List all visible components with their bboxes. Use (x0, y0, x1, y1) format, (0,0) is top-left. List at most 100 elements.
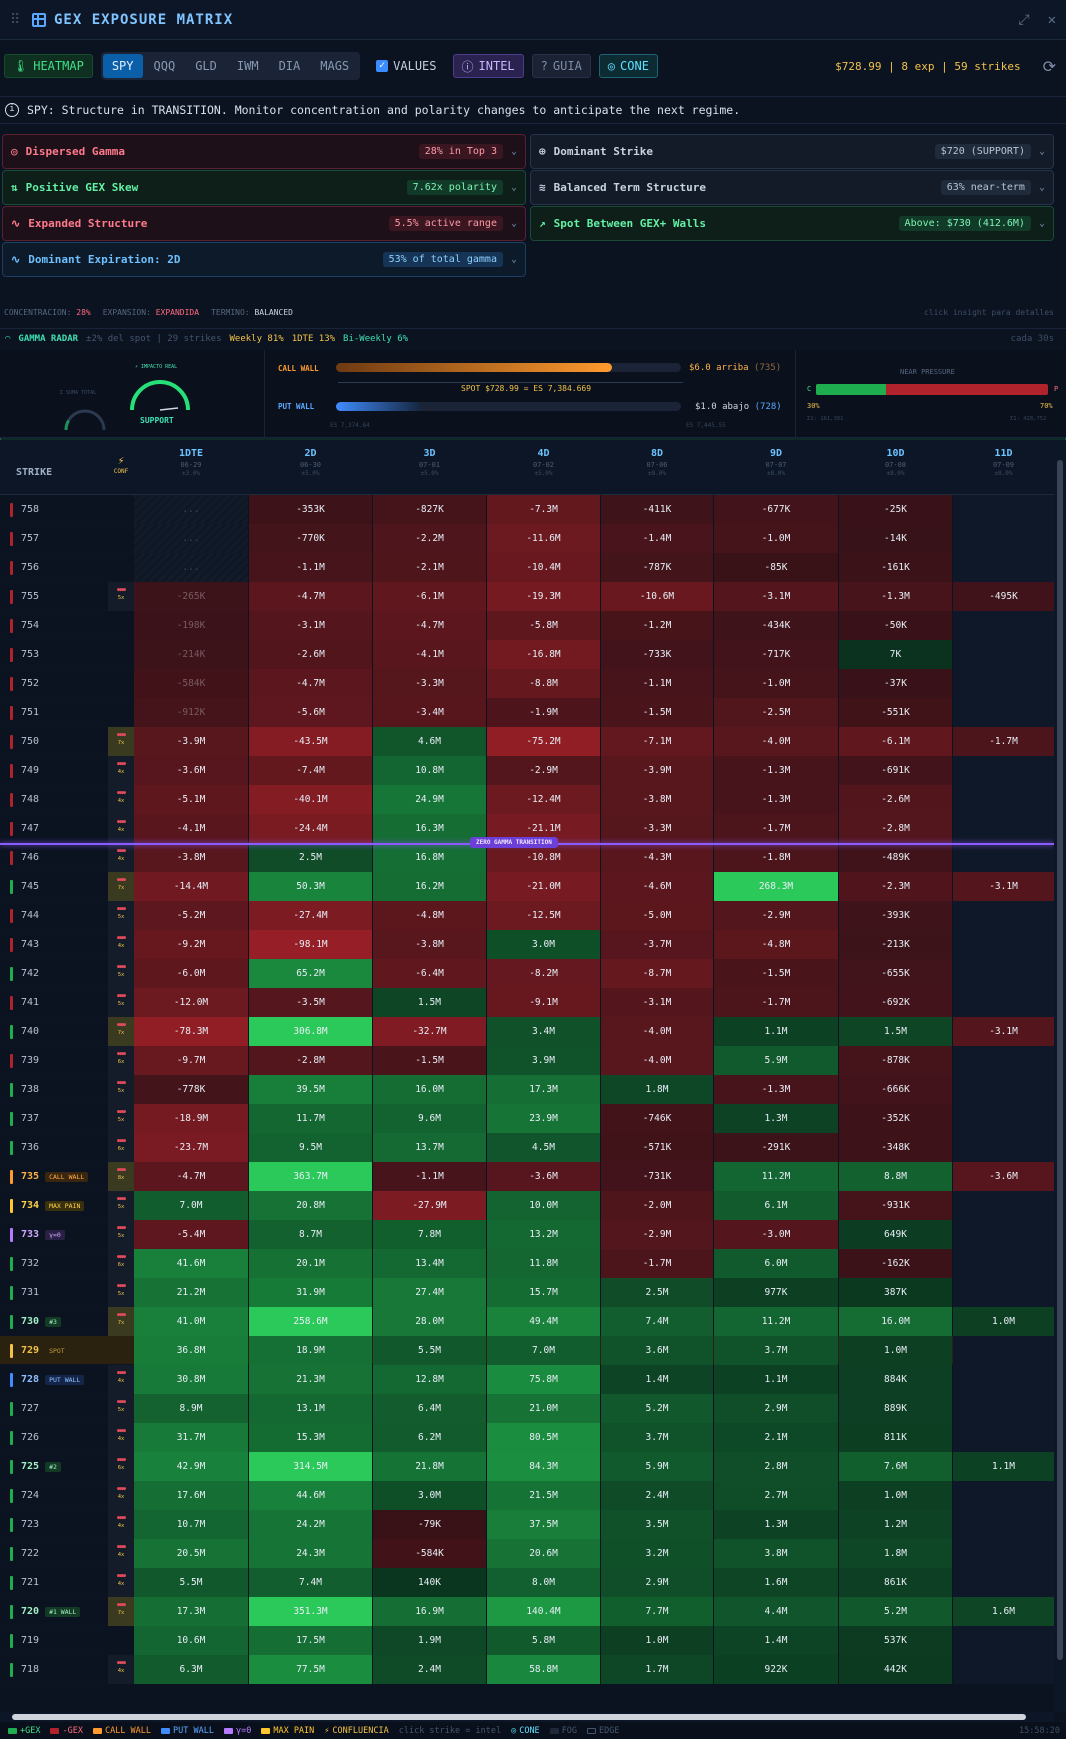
strike-cell[interactable]: 738 (0, 1075, 108, 1104)
gex-cell[interactable]: 75.8M (487, 1365, 600, 1394)
gex-cell[interactable]: -3.1M (953, 872, 1054, 901)
gex-cell[interactable]: -18.9M (134, 1104, 248, 1133)
gex-cell[interactable]: -571K (601, 1133, 713, 1162)
gex-cell[interactable]: -1.7M (953, 727, 1054, 756)
gex-cell[interactable]: 2.5M (249, 843, 372, 872)
strike-cell[interactable]: 748 (0, 785, 108, 814)
gex-cell[interactable]: 922K (714, 1655, 838, 1684)
gex-cell[interactable]: -3.7M (601, 930, 713, 959)
gex-cell[interactable]: -3.1M (714, 582, 838, 611)
column-header[interactable]: 9D 07-07 ±8.0% (714, 440, 838, 495)
gex-cell[interactable]: 24.9M (373, 785, 486, 814)
strike-cell[interactable]: 741 (0, 988, 108, 1017)
gex-cell[interactable] (953, 524, 1054, 553)
gex-cell[interactable]: 1.0M (839, 1336, 952, 1365)
gex-cell[interactable]: -4.1M (373, 640, 486, 669)
gex-cell[interactable]: 5.9M (601, 1452, 713, 1481)
gex-cell[interactable]: 9.5M (249, 1133, 372, 1162)
gex-cell[interactable] (953, 756, 1054, 785)
insight-card[interactable]: ∿ Dominant Expiration: 2D 53% of total gam… (2, 242, 526, 277)
ticker-dia[interactable]: DIA (270, 54, 310, 78)
ticker-qqq[interactable]: QQQ (145, 54, 185, 78)
gex-cell[interactable]: -4.3M (601, 843, 713, 872)
strike-cell[interactable]: 744 (0, 901, 108, 930)
column-header[interactable]: 8D 07-06 ±8.0% (601, 440, 713, 495)
gex-cell[interactable]: -7.1M (601, 727, 713, 756)
gex-cell[interactable]: -677K (714, 495, 838, 524)
gex-cell[interactable]: 2.4M (601, 1481, 713, 1510)
gex-cell[interactable]: -4.1M (134, 814, 248, 843)
gex-cell[interactable]: -8.8M (487, 669, 600, 698)
gex-cell[interactable]: -666K (839, 1075, 952, 1104)
gex-cell[interactable]: 7K (839, 640, 952, 669)
matrix-row[interactable]: 732 ●●●● 6x 41.6M 20.1M 13.4M 11.8M -1.7M 6.0M -1… (0, 1249, 1054, 1278)
gex-cell[interactable]: -37K (839, 669, 952, 698)
gex-cell[interactable]: 11.2M (714, 1307, 838, 1336)
strike-cell[interactable]: 735 CALL WALL (0, 1162, 108, 1191)
strike-cell[interactable]: 754 (0, 611, 108, 640)
gex-cell[interactable] (953, 1423, 1054, 1452)
gex-cell[interactable]: -8.2M (487, 959, 600, 988)
gex-cell[interactable]: -1.9M (487, 698, 600, 727)
gex-cell[interactable]: 20.5M (134, 1539, 248, 1568)
gex-cell[interactable]: -265K (134, 582, 248, 611)
gex-cell[interactable]: -14.4M (134, 872, 248, 901)
gex-cell[interactable]: -78.3M (134, 1017, 248, 1046)
gex-cell[interactable]: 314.5M (249, 1452, 372, 1481)
gex-cell[interactable]: 3.6M (601, 1336, 713, 1365)
matrix-row[interactable]: 725 #2 ●●●● 6x 42.9M 314.5M 21.8M 84.3M 5.9M 2.8M… (0, 1452, 1054, 1481)
gex-cell[interactable]: -4.7M (134, 1162, 248, 1191)
gex-cell[interactable]: -2.8M (839, 814, 952, 843)
gex-cell[interactable]: 1.0M (953, 1307, 1054, 1336)
chevron-down-icon[interactable]: ⌄ (511, 146, 517, 157)
gex-cell[interactable]: 7.6M (839, 1452, 952, 1481)
gex-cell[interactable]: -348K (839, 1133, 952, 1162)
gex-cell[interactable]: -692K (839, 988, 952, 1017)
gex-cell[interactable]: -7.4M (249, 756, 372, 785)
matrix-row[interactable]: 750 ●●●● 7x -3.9M -43.5M 4.6M -75.2M -7.1M -4.0M… (0, 727, 1054, 756)
gex-cell[interactable]: 8.8M (839, 1162, 952, 1191)
gex-cell[interactable]: 16.9M (373, 1597, 486, 1626)
matrix-row[interactable]: 754 -198K -3.1M -4.7M -5.8M -1.2M -434K -50K (0, 611, 1054, 640)
gex-cell[interactable]: 1.0M (601, 1626, 713, 1655)
gex-cell[interactable]: -16.8M (487, 640, 600, 669)
gex-cell[interactable]: 2.1M (714, 1423, 838, 1452)
gex-cell[interactable]: 3.4M (487, 1017, 600, 1046)
gex-cell[interactable]: -3.6M (134, 756, 248, 785)
gex-cell[interactable]: -21.0M (487, 872, 600, 901)
strike-cell[interactable]: 733 γ=0 (0, 1220, 108, 1249)
gex-cell[interactable] (953, 959, 1054, 988)
gex-cell[interactable]: 21.0M (487, 1394, 600, 1423)
chevron-down-icon[interactable]: ⌄ (511, 254, 517, 265)
matrix-row[interactable]: 740 ●●●● 7x -78.3M 306.8M -32.7M 3.4M -4.0M 1.1M… (0, 1017, 1054, 1046)
gex-cell[interactable]: 6.3M (134, 1655, 248, 1684)
matrix-row[interactable]: 742 ●●●● 5x -6.0M 65.2M -6.4M -8.2M -8.7M -1.5M -… (0, 959, 1054, 988)
gex-cell[interactable]: 42.9M (134, 1452, 248, 1481)
vertical-scrollbar[interactable] (1054, 440, 1066, 1712)
gex-cell[interactable]: 351.3M (249, 1597, 372, 1626)
gex-cell[interactable]: -1.2M (601, 611, 713, 640)
gex-cell[interactable]: -1.1M (601, 669, 713, 698)
gex-cell[interactable] (953, 1510, 1054, 1539)
gex-cell[interactable] (953, 1336, 1054, 1365)
ticker-mags[interactable]: MAGS (311, 54, 358, 78)
matrix-row[interactable]: 753 -214K -2.6M -4.1M -16.8M -733K -717K 7K (0, 640, 1054, 669)
gex-cell[interactable]: 15.7M (487, 1278, 600, 1307)
gex-cell[interactable]: -75.2M (487, 727, 600, 756)
gex-cell[interactable]: 1.7M (601, 1655, 713, 1684)
gex-cell[interactable]: 10.6M (134, 1626, 248, 1655)
gex-cell[interactable]: -214K (134, 640, 248, 669)
matrix-row[interactable]: 751 -912K -5.6M -3.4M -1.9M -1.5M -2.5M -551K (0, 698, 1054, 727)
gex-cell[interactable]: -3.6M (953, 1162, 1054, 1191)
insight-card[interactable]: ◎ Dispersed Gamma 28% in Top 3 ⌄ (2, 134, 526, 169)
gex-cell[interactable]: 41.0M (134, 1307, 248, 1336)
gex-cell[interactable]: 3.9M (487, 1046, 600, 1075)
gex-cell[interactable]: 2.4M (373, 1655, 486, 1684)
strike-cell[interactable]: 740 (0, 1017, 108, 1046)
gex-cell[interactable]: -5.0M (601, 901, 713, 930)
gex-cell[interactable]: 15.3M (249, 1423, 372, 1452)
gex-cell[interactable]: -3.3M (373, 669, 486, 698)
vertical-scroll-thumb[interactable] (1057, 460, 1063, 1660)
gex-cell[interactable]: 31.7M (134, 1423, 248, 1452)
gex-cell[interactable]: -787K (601, 553, 713, 582)
